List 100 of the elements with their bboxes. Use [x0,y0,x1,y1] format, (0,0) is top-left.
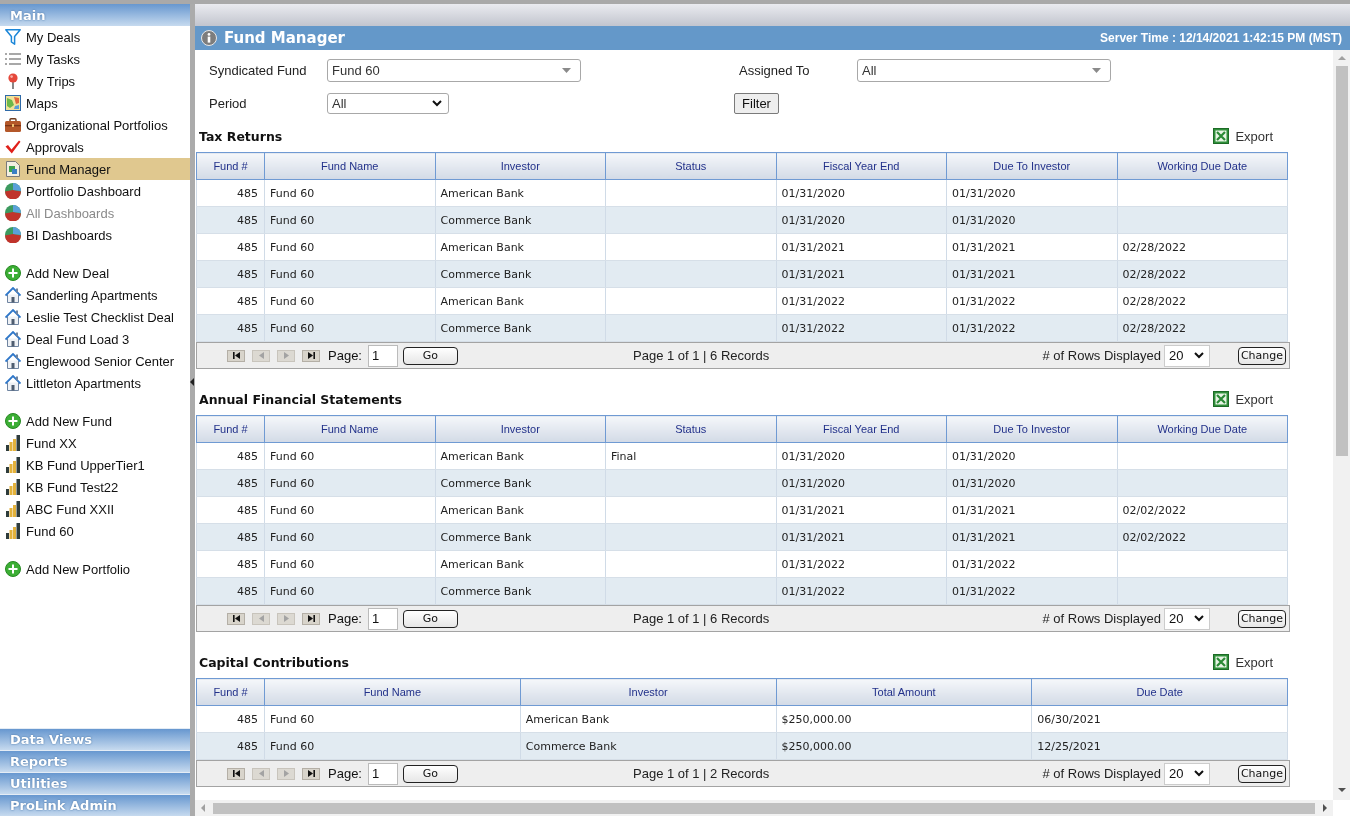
table-cell: 01/31/2022 [776,314,947,342]
last-page-button[interactable] [302,767,320,780]
column-header[interactable]: Investor [520,678,776,706]
table-cell: 485 [196,705,265,733]
skip-back-icon [232,770,240,777]
sidebar-item[interactable]: Fund Manager [0,158,190,180]
list-icon [5,53,21,65]
scroll-left-icon[interactable] [201,804,205,812]
column-header[interactable]: Status [605,152,776,180]
column-header[interactable]: Due To Investor [946,152,1117,180]
column-header[interactable]: Investor [435,152,606,180]
column-header[interactable]: Working Due Date [1117,415,1288,443]
house-icon [5,309,21,325]
sidebar-item[interactable]: Littleton Apartments [0,372,190,394]
column-header[interactable]: Fiscal Year End [776,152,947,180]
page-input[interactable]: 1 [368,762,398,785]
sidebar-item[interactable]: My Trips [0,70,190,92]
change-button[interactable]: Change [1238,609,1286,628]
bar-chart-icon [6,479,20,495]
scroll-right-icon[interactable] [1323,804,1327,812]
go-button[interactable]: Go [403,346,458,365]
table-cell: 02/02/2022 [1117,523,1288,551]
sidebar-item[interactable]: Portfolio Dashboard [0,180,190,202]
column-header[interactable]: Fund Name [264,152,435,180]
sidebar-item[interactable]: Leslie Test Checklist Deal [0,306,190,328]
sidebar-item[interactable]: My Tasks [0,48,190,70]
column-header[interactable]: Fund # [196,415,265,443]
sidebar-item[interactable]: KB Fund Test22 [0,476,190,498]
bar-chart-icon [6,435,20,451]
export-button[interactable]: Export [1213,391,1273,407]
page-input[interactable]: 1 [368,344,398,367]
sidebar-item[interactable]: Organizational Portfolios [0,114,190,136]
house-icon [5,375,21,391]
column-header[interactable]: Fund Name [264,678,521,706]
scrollbar-thumb[interactable] [213,802,1315,814]
combo-box[interactable]: Fund 60 [327,59,581,82]
column-header[interactable]: Fund Name [264,415,435,443]
dropdown[interactable]: All [327,93,449,114]
sidebar-item[interactable]: Approvals [0,136,190,158]
collapse-arrow-icon[interactable] [190,378,194,386]
column-header[interactable]: Total Amount [776,678,1032,706]
page-title: Fund Manager [224,29,345,47]
combo-box[interactable]: All [857,59,1111,82]
filter-button[interactable]: Filter [734,93,779,114]
dropdown[interactable]: 20 [1164,607,1210,630]
column-header[interactable]: Due To Investor [946,415,1117,443]
first-page-button[interactable] [227,349,245,362]
sidebar-item[interactable]: Fund 60 [0,520,190,542]
change-button[interactable]: Change [1238,346,1286,365]
scroll-down-icon[interactable] [1337,788,1346,792]
table-cell: American Bank [435,442,606,470]
dropdown[interactable]: 20 [1164,344,1210,367]
horizontal-scrollbar[interactable] [195,800,1333,816]
table-cell: 485 [196,442,265,470]
table-cell: 01/31/2020 [946,442,1117,470]
map-icon [5,95,21,111]
sidebar-item[interactable]: Add New Deal [0,262,190,284]
sidebar-item[interactable]: KB Fund UpperTier1 [0,454,190,476]
change-button[interactable]: Change [1238,764,1286,783]
go-button[interactable]: Go [403,764,458,783]
column-header[interactable]: Fund # [196,152,265,180]
sidebar-item[interactable]: Englewood Senior Center [0,350,190,372]
column-header[interactable]: Status [605,415,776,443]
table-cell: 485 [196,577,265,605]
table-cell: Commerce Bank [435,577,606,605]
export-button[interactable]: Export [1213,128,1273,144]
scrollbar-thumb[interactable] [1335,66,1348,456]
go-button[interactable]: Go [403,609,458,628]
column-header[interactable]: Investor [435,415,606,443]
sidebar-item[interactable]: BI Dashboards [0,224,190,246]
checkmark-icon [5,140,21,154]
spreadsheet-icon [1213,391,1230,407]
sidebar-item[interactable]: Add New Fund [0,410,190,432]
sidebar-item[interactable]: Deal Fund Load 3 [0,328,190,350]
first-page-button[interactable] [227,612,245,625]
export-button[interactable]: Export [1213,654,1273,670]
table-cell: 01/31/2022 [946,314,1117,342]
last-page-button[interactable] [302,612,320,625]
column-header[interactable]: Fiscal Year End [776,415,947,443]
sidebar-item[interactable]: Maps [0,92,190,114]
dropdown[interactable]: 20 [1164,762,1210,785]
sidebar-item[interactable]: ABC Fund XXII [0,498,190,520]
sidebar-item[interactable]: Fund XX [0,432,190,454]
sidebar-item[interactable]: Sanderling Apartments [0,284,190,306]
map-pin-icon [8,73,18,89]
column-header[interactable]: Working Due Date [1117,152,1288,180]
table-cell: 485 [196,179,265,207]
first-page-button[interactable] [227,767,245,780]
house-icon [5,353,21,369]
spreadsheet-icon [1213,128,1230,144]
last-page-button[interactable] [302,349,320,362]
pie-chart-icon [5,227,21,243]
column-header[interactable]: Fund # [196,678,265,706]
sidebar-item[interactable]: My Deals [0,26,190,48]
vertical-scrollbar[interactable] [1333,50,1350,800]
page-input[interactable]: 1 [368,607,398,630]
sidebar-item[interactable]: Add New Portfolio [0,558,190,580]
column-header[interactable]: Due Date [1031,678,1288,706]
info-icon[interactable] [201,30,217,46]
scroll-up-icon[interactable] [1337,56,1346,60]
